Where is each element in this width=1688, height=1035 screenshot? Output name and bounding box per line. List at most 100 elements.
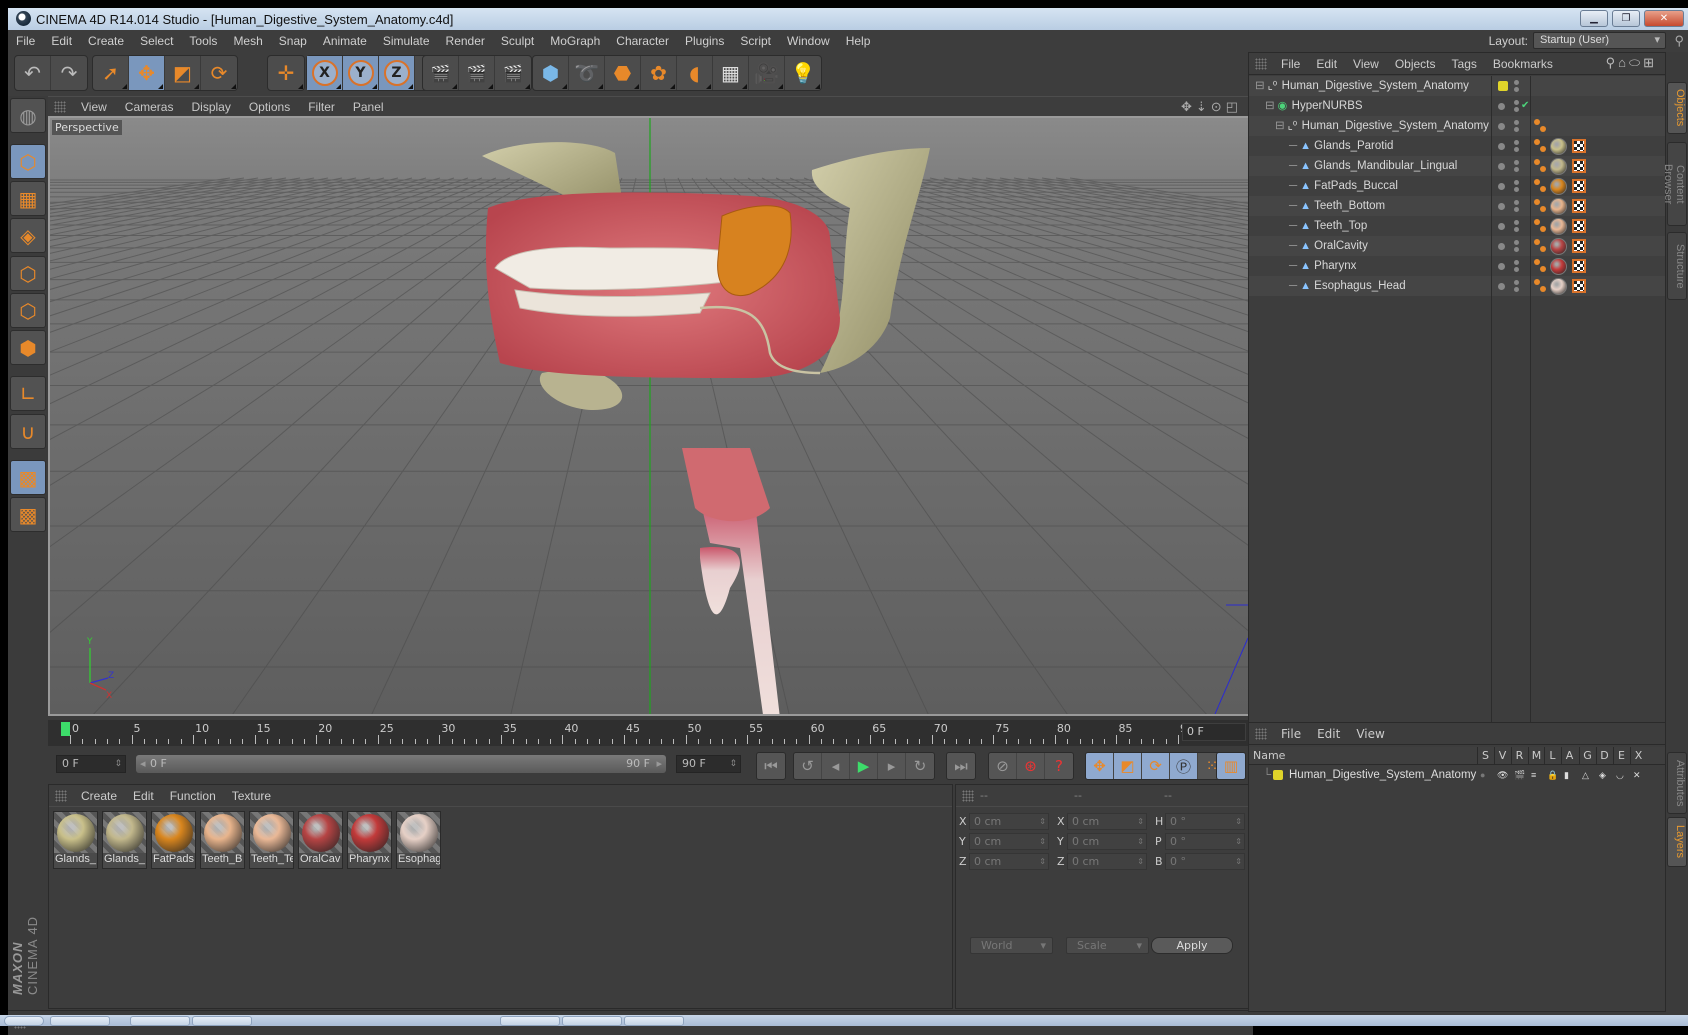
deformer-button[interactable]: ◖ bbox=[677, 56, 713, 90]
search-icon[interactable]: ⚲ bbox=[1674, 33, 1684, 49]
layer-row[interactable]: └ Human_Digestive_System_Anatomy ● 👁 🎬 ≡ 🔒 ▮ △… bbox=[1249, 766, 1665, 784]
minimize-button[interactable]: ▁ bbox=[1580, 10, 1608, 27]
render-visibility-dot[interactable] bbox=[1514, 127, 1519, 132]
object-menu-objects[interactable]: Objects bbox=[1387, 57, 1444, 71]
viewport-menu-filter[interactable]: Filter bbox=[299, 100, 344, 114]
menu-snap[interactable]: Snap bbox=[271, 34, 315, 48]
menu-tools[interactable]: Tools bbox=[181, 34, 225, 48]
layer-menu-edit[interactable]: Edit bbox=[1309, 727, 1348, 741]
redo-button[interactable]: ↷ bbox=[51, 56, 87, 90]
magnet-snap-button[interactable]: ∪ bbox=[10, 414, 46, 449]
render-visibility-dot[interactable] bbox=[1514, 260, 1519, 265]
y-axis-lock-button[interactable]: Y bbox=[343, 56, 379, 90]
object-row[interactable]: ─ ▲ Pharynx bbox=[1249, 256, 1665, 276]
record-active-button[interactable]: ⊘ bbox=[989, 753, 1017, 779]
material-swatch[interactable]: Teeth_B bbox=[200, 811, 245, 869]
key-rotation-button[interactable]: ⟳ bbox=[1142, 753, 1170, 779]
menu-window[interactable]: Window bbox=[779, 34, 838, 48]
render-visibility-dot[interactable] bbox=[1514, 240, 1519, 245]
rotation-b-field[interactable]: 0 ° bbox=[1165, 853, 1245, 870]
taskbar-item[interactable] bbox=[500, 1016, 560, 1026]
material-swatch[interactable]: Pharynx bbox=[347, 811, 392, 869]
autokey-button[interactable]: ⊛ bbox=[1017, 753, 1045, 779]
go-to-start-button[interactable]: ⏮ bbox=[756, 752, 786, 780]
render-visibility-dot[interactable] bbox=[1514, 207, 1519, 212]
lock-icon[interactable]: 🔒 bbox=[1547, 766, 1558, 784]
object-row[interactable]: ⊟ ◉ HyperNURBS ✔ bbox=[1249, 96, 1665, 116]
panel-grip-icon[interactable] bbox=[54, 100, 66, 113]
menu-select[interactable]: Select bbox=[132, 34, 181, 48]
editor-visibility-dot[interactable] bbox=[1498, 103, 1505, 110]
render-visibility-dot[interactable] bbox=[1514, 267, 1519, 272]
editor-visibility-dot[interactable] bbox=[1498, 163, 1505, 170]
object-name[interactable]: Human_Digestive_System_Anatomy bbox=[1302, 120, 1489, 132]
size-y-field[interactable]: 0 cm bbox=[1067, 833, 1147, 850]
layer-column-s[interactable]: S bbox=[1477, 747, 1493, 765]
start-frame-field[interactable]: 0 F ⇕ bbox=[56, 755, 126, 773]
object-row[interactable]: ─ ▲ Teeth_Bottom bbox=[1249, 196, 1665, 216]
menu-mograph[interactable]: MoGraph bbox=[542, 34, 608, 48]
make-editable-button[interactable]: ◍ bbox=[10, 98, 46, 133]
viewport-camera-label[interactable]: Perspective bbox=[52, 120, 122, 135]
array-button[interactable]: ✿ bbox=[641, 56, 677, 90]
render-visibility-dot[interactable] bbox=[1514, 140, 1519, 145]
object-row[interactable]: ─ ▲ Teeth_Top bbox=[1249, 216, 1665, 236]
position-z-field[interactable]: 0 cm bbox=[969, 853, 1049, 870]
uvw-tag-icon[interactable] bbox=[1572, 279, 1586, 293]
expressions-icon[interactable]: ◡ bbox=[1616, 766, 1624, 784]
playhead[interactable] bbox=[61, 722, 70, 736]
side-tab-content-browser[interactable]: Content Browser bbox=[1662, 142, 1687, 226]
phong-tag-icon[interactable] bbox=[1534, 198, 1548, 214]
menu-render[interactable]: Render bbox=[438, 34, 493, 48]
timeline-window-button[interactable]: ▥ bbox=[1216, 752, 1246, 780]
material-swatch[interactable]: Glands_ bbox=[53, 811, 98, 869]
prev-frame-button[interactable]: ◂ bbox=[822, 753, 850, 779]
material-swatch[interactable]: FatPads bbox=[151, 811, 196, 869]
menu-sculpt[interactable]: Sculpt bbox=[493, 34, 542, 48]
object-row[interactable]: ─ ▲ Esophagus_Head bbox=[1249, 276, 1665, 296]
uvw-tag-icon[interactable] bbox=[1572, 179, 1586, 193]
locked-workplane-button[interactable]: ▩ bbox=[10, 460, 46, 495]
toggle-layout-icon[interactable]: ◰ bbox=[1226, 99, 1242, 114]
range-right-arrow[interactable]: ▸ bbox=[656, 755, 662, 773]
render-visibility-dot[interactable] bbox=[1514, 160, 1519, 165]
position-x-field[interactable]: 0 cm bbox=[969, 813, 1049, 830]
editor-visibility-dot[interactable] bbox=[1498, 143, 1505, 150]
model-mode-button[interactable]: ⬡ bbox=[10, 144, 46, 179]
size-x-field[interactable]: 0 cm bbox=[1067, 813, 1147, 830]
render-visibility-dot[interactable] bbox=[1514, 80, 1519, 85]
phong-tag-icon[interactable] bbox=[1534, 158, 1548, 174]
key-position-button[interactable]: ✥ bbox=[1086, 753, 1114, 779]
link-icon[interactable]: ⬭ bbox=[1629, 55, 1643, 70]
material-swatch[interactable]: Esophag bbox=[396, 811, 441, 869]
object-name[interactable]: Teeth_Bottom bbox=[1314, 200, 1385, 212]
menu-character[interactable]: Character bbox=[608, 34, 677, 48]
live-selection-button[interactable]: ➚ bbox=[93, 56, 129, 90]
render-visibility-dot[interactable] bbox=[1514, 200, 1519, 205]
manager-icon[interactable]: ≡ bbox=[1531, 766, 1536, 784]
render-settings-button[interactable]: 🎬 bbox=[495, 56, 531, 90]
uvw-tag-icon[interactable] bbox=[1572, 239, 1586, 253]
object-name[interactable]: Glands_Parotid bbox=[1314, 140, 1393, 152]
render-icon[interactable]: 🎬 bbox=[1514, 766, 1525, 784]
viewport-menu-display[interactable]: Display bbox=[182, 100, 239, 114]
layer-column-m[interactable]: M bbox=[1528, 747, 1544, 765]
viewport-menu-view[interactable]: View bbox=[72, 100, 116, 114]
side-tab-objects[interactable]: Objects bbox=[1667, 82, 1687, 134]
object-row[interactable]: ─ ▲ Glands_Parotid bbox=[1249, 136, 1665, 156]
material-tag-icon[interactable] bbox=[1550, 277, 1567, 295]
editor-visibility-dot[interactable] bbox=[1498, 223, 1505, 230]
layer-column-a[interactable]: A bbox=[1561, 747, 1577, 765]
layer-menu-view[interactable]: View bbox=[1348, 727, 1392, 741]
material-menu-function[interactable]: Function bbox=[162, 789, 224, 803]
material-menu-edit[interactable]: Edit bbox=[125, 789, 162, 803]
object-menu-tags[interactable]: Tags bbox=[1444, 57, 1485, 71]
material-tag-icon[interactable] bbox=[1550, 197, 1567, 215]
menu-script[interactable]: Script bbox=[732, 34, 779, 48]
scale-button[interactable]: ◩ bbox=[165, 56, 201, 90]
collapse-toggle-icon[interactable]: ⊟ bbox=[1275, 120, 1285, 132]
object-name[interactable]: HyperNURBS bbox=[1292, 100, 1363, 112]
layer-column-e[interactable]: E bbox=[1613, 747, 1629, 765]
deformers-icon[interactable]: ◈ bbox=[1599, 766, 1606, 784]
current-frame-field[interactable]: 0 F bbox=[1182, 723, 1246, 741]
